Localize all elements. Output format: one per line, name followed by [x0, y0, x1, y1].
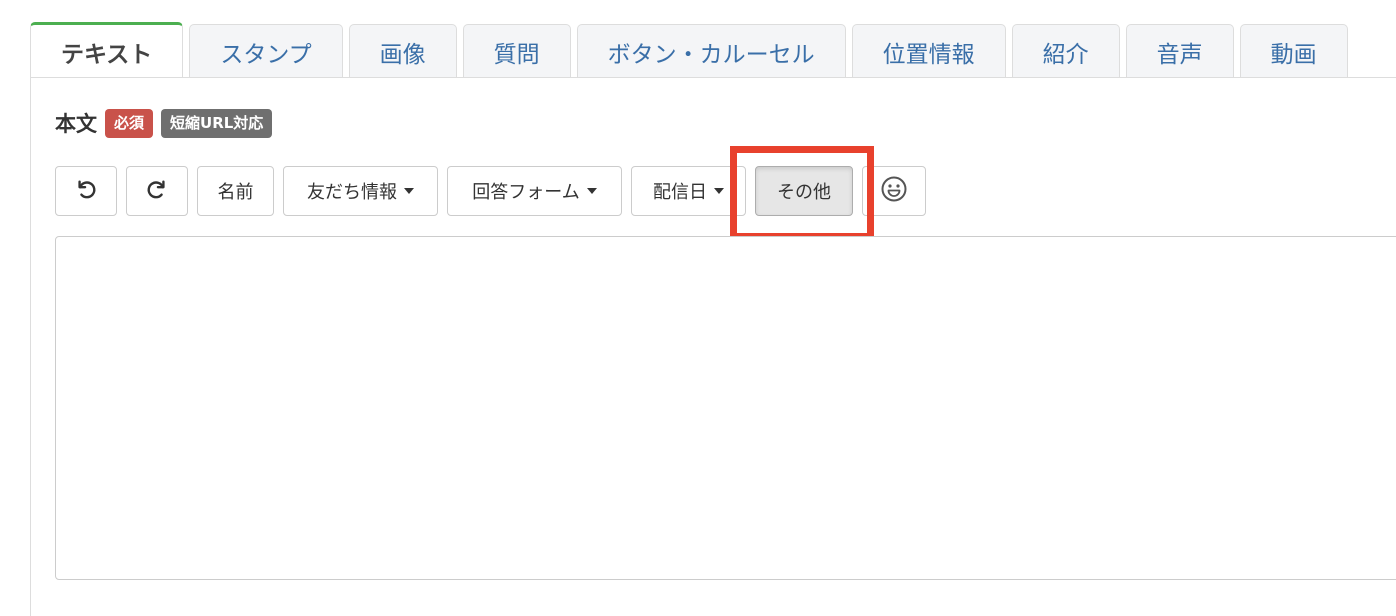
tab-question[interactable]: 質問	[462, 24, 571, 78]
tab-audio[interactable]: 音声	[1125, 24, 1234, 78]
editor-toolbar: 名前 友だち情報 回答フォーム 配信日 その他	[55, 166, 935, 216]
tab-stamp[interactable]: スタンプ	[189, 24, 343, 78]
undo-button[interactable]	[55, 166, 117, 216]
tab-introduction[interactable]: 紹介	[1011, 24, 1120, 78]
chevron-down-icon	[586, 188, 597, 194]
redo-icon	[146, 178, 168, 205]
message-editor-page: テキスト スタンプ 画像 質問 ボタン・カルーセル 位置情報 紹介 音声 動画 …	[0, 0, 1396, 616]
undo-icon	[75, 178, 97, 205]
friend-info-dropdown[interactable]: 友だち情報	[283, 166, 438, 216]
tab-button-carousel[interactable]: ボタン・カルーセル	[576, 24, 846, 78]
other-label: その他	[777, 182, 831, 202]
insert-name-button[interactable]: 名前	[197, 166, 274, 216]
friend-info-label: 友だち情報	[307, 182, 397, 202]
chevron-down-icon	[404, 188, 414, 194]
tab-location[interactable]: 位置情報	[851, 24, 1006, 78]
tab-text[interactable]: テキスト	[30, 22, 184, 78]
tab-video[interactable]: 動画	[1239, 24, 1348, 78]
insert-name-label: 名前	[217, 182, 254, 202]
tab-image[interactable]: 画像	[348, 24, 457, 78]
delivery-date-dropdown[interactable]: 配信日	[631, 166, 746, 216]
tab-panel-border	[30, 78, 31, 616]
chevron-down-icon	[714, 188, 724, 194]
emoji-button[interactable]	[862, 166, 926, 216]
delivery-date-label: 配信日	[653, 182, 707, 202]
message-body-textarea[interactable]	[55, 236, 1396, 580]
short-url-badge: 短縮URL対応	[161, 108, 273, 138]
required-badge: 必須	[105, 108, 154, 138]
body-field-label: 本文	[55, 112, 97, 136]
answer-form-label: 回答フォーム	[472, 182, 580, 202]
tabs-divider	[30, 77, 1396, 78]
message-type-tabs: テキスト スタンプ 画像 質問 ボタン・カルーセル 位置情報 紹介 音声 動画	[30, 22, 1354, 78]
body-field-label-row: 本文 必須 短縮URL対応	[55, 108, 280, 138]
smiley-icon	[880, 175, 908, 208]
answer-form-dropdown[interactable]: 回答フォーム	[447, 166, 622, 216]
redo-button[interactable]	[126, 166, 188, 216]
other-button[interactable]: その他	[755, 166, 853, 216]
